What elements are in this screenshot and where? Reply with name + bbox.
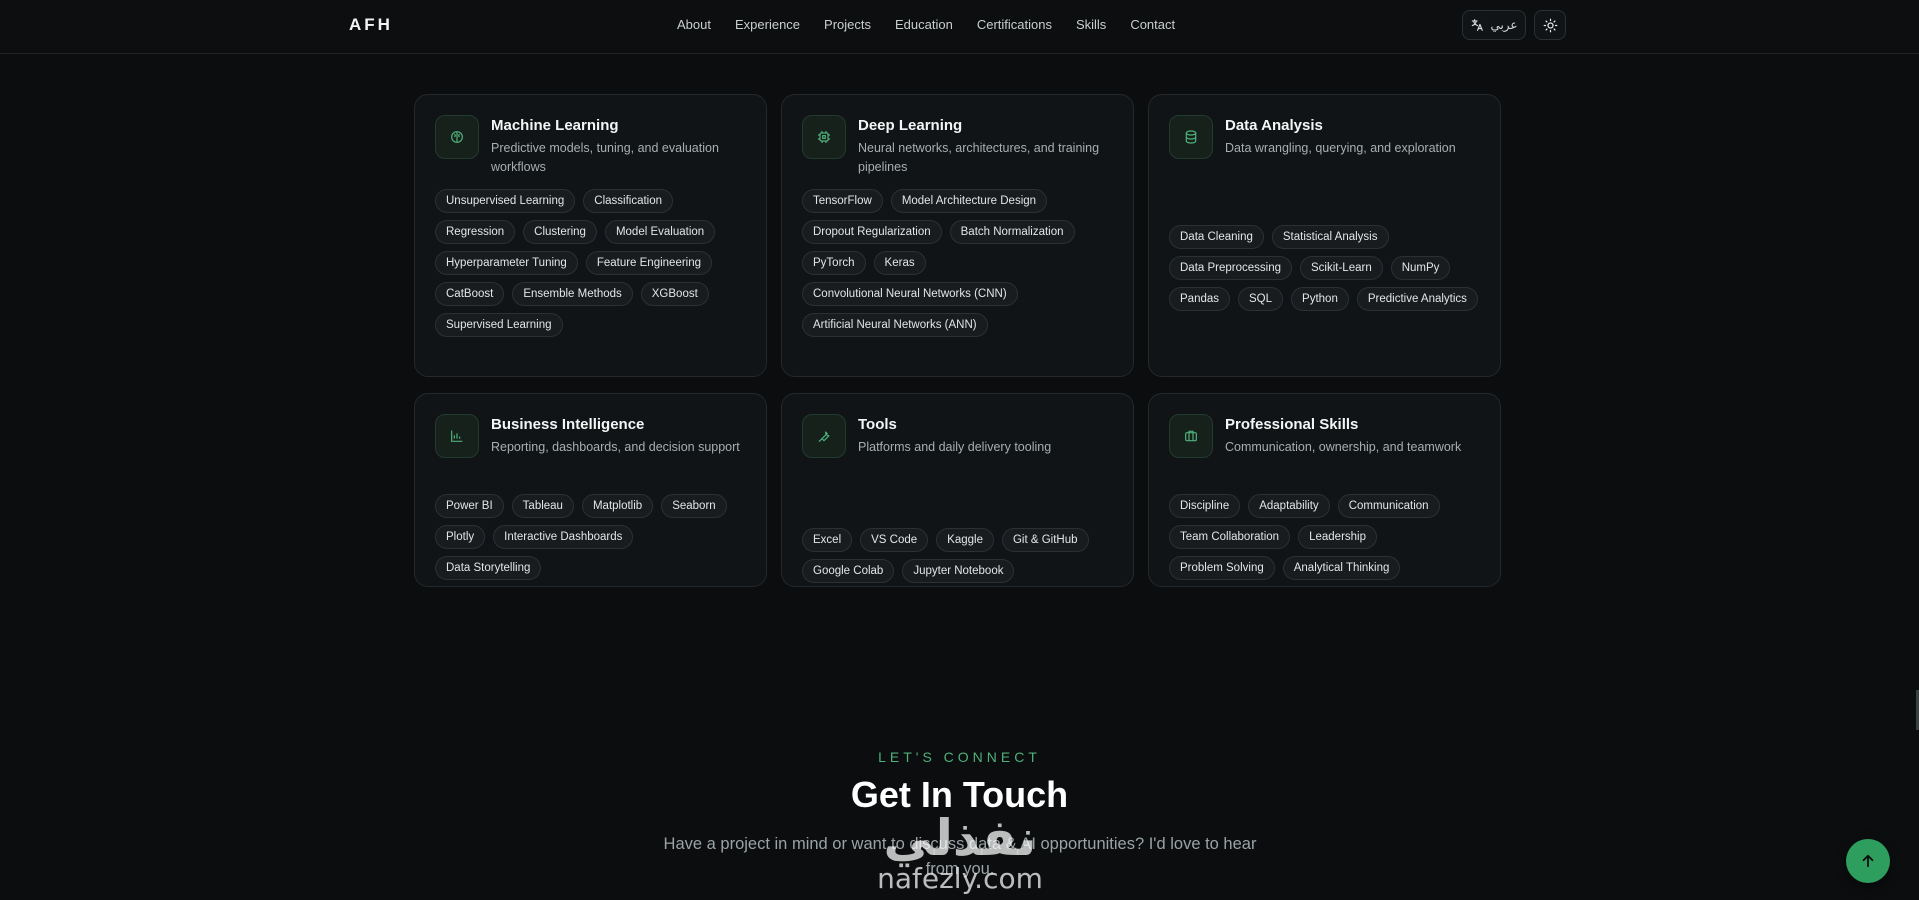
skill-tag: PyTorch <box>802 251 866 275</box>
card-description: Reporting, dashboards, and decision supp… <box>491 440 740 454</box>
tag-list: TensorFlow Model Architecture Design Dro… <box>802 189 1113 337</box>
skill-tag: Hyperparameter Tuning <box>435 251 578 275</box>
skill-tag: Jupyter Notebook <box>902 559 1015 583</box>
scroll-to-top-button[interactable] <box>1846 839 1890 883</box>
skill-tag: Classification <box>583 189 674 213</box>
watermark-arabic: نفذلي <box>883 809 1036 867</box>
language-toggle-button[interactable]: عربي <box>1462 10 1526 40</box>
skill-tag: Problem Solving <box>1169 556 1275 580</box>
skill-tag: Plotly <box>435 525 486 549</box>
skill-card-deep-learning: Deep Learning Neural networks, architect… <box>781 94 1134 377</box>
skill-tag: Team Collaboration <box>1169 525 1291 549</box>
skill-tag: Analytical Thinking <box>1282 556 1401 580</box>
card-description: Neural networks, architectures, and trai… <box>858 141 1100 174</box>
brain-icon <box>435 115 479 159</box>
cpu-icon <box>802 115 846 159</box>
skill-tag: Dropout Regularization <box>802 220 942 244</box>
skill-tag: Google Colab <box>802 559 895 583</box>
section-eyebrow: LET'S CONNECT <box>878 749 1041 765</box>
card-title: Deep Learning <box>858 117 963 134</box>
skill-tag: Regression <box>435 220 516 244</box>
nav-certifications[interactable]: Certifications <box>977 17 1052 32</box>
skill-card-tools: Tools Platforms and daily delivery tooli… <box>781 393 1134 587</box>
card-title: Professional Skills <box>1225 416 1359 433</box>
site-logo[interactable]: AFH <box>349 15 393 35</box>
skill-tag: Leadership <box>1298 525 1377 549</box>
translate-icon <box>1472 19 1484 31</box>
skill-tag: Kaggle <box>936 528 994 552</box>
skill-tag: Model Evaluation <box>604 220 716 244</box>
card-description: Communication, ownership, and teamwork <box>1225 440 1462 454</box>
nav-projects[interactable]: Projects <box>824 17 871 32</box>
skill-tag: Data Storytelling <box>435 556 542 580</box>
wrench-icon <box>802 414 846 458</box>
arrow-up-icon <box>1862 854 1874 868</box>
card-title: Data Analysis <box>1225 117 1323 134</box>
skill-tag: Model Architecture Design <box>890 189 1048 213</box>
skill-tag: Feature Engineering <box>585 251 713 275</box>
card-title: Business Intelligence <box>491 416 645 433</box>
skill-tag: Adaptability <box>1248 494 1330 518</box>
bar-chart-icon <box>435 414 479 458</box>
watermark-latin: nafezly.com <box>877 862 1043 895</box>
skill-tag: Communication <box>1337 494 1440 518</box>
skill-card-professional-skills: Professional Skills Communication, owner… <box>1148 393 1501 587</box>
skill-tag: CatBoost <box>435 282 505 306</box>
skill-tag: Tableau <box>511 494 574 518</box>
nav-skills[interactable]: Skills <box>1076 17 1106 32</box>
skill-tag: Ensemble Methods <box>512 282 633 306</box>
skill-tag: XGBoost <box>640 282 709 306</box>
card-description: Data wrangling, querying, and exploratio… <box>1225 141 1456 155</box>
skill-tag: Scikit-Learn <box>1300 256 1383 280</box>
skill-tag: Python <box>1291 287 1349 311</box>
tag-list: Unsupervised Learning Classification Reg… <box>435 189 746 337</box>
theme-toggle-button[interactable] <box>1534 10 1566 40</box>
top-navbar: AFH About Experience Projects Education … <box>0 0 1919 54</box>
language-label: عربي <box>1490 18 1518 32</box>
nav-education[interactable]: Education <box>895 17 953 32</box>
tag-list: Excel VS Code Kaggle Git & GitHub Google… <box>802 528 1113 583</box>
skill-tag: Statistical Analysis <box>1271 225 1389 249</box>
skill-tag: Batch Normalization <box>949 220 1075 244</box>
skill-tag: Pandas <box>1169 287 1231 311</box>
card-description: Predictive models, tuning, and evaluatio… <box>491 141 719 174</box>
skill-tag: Data Preprocessing <box>1169 256 1292 280</box>
main-nav: About Experience Projects Education Cert… <box>677 17 1175 32</box>
nav-experience[interactable]: Experience <box>735 17 800 32</box>
skill-tag: NumPy <box>1390 256 1451 280</box>
skill-tag: Artificial Neural Networks (ANN) <box>802 313 988 337</box>
card-title: Tools <box>858 416 897 433</box>
skill-tag: Clustering <box>523 220 597 244</box>
skill-tag: Matplotlib <box>581 494 654 518</box>
card-title: Machine Learning <box>491 117 619 134</box>
skill-tag: Convolutional Neural Networks (CNN) <box>802 282 1018 306</box>
skill-tag: Seaborn <box>661 494 727 518</box>
skill-tag: Data Cleaning <box>1169 225 1264 249</box>
tag-list: Discipline Adaptability Communication Te… <box>1169 494 1480 580</box>
skill-tag: Predictive Analytics <box>1356 287 1478 311</box>
skill-card-data-analysis: Data Analysis Data wrangling, querying, … <box>1148 94 1501 377</box>
tag-list: Power BI Tableau Matplotlib Seaborn Plot… <box>435 494 746 580</box>
skill-tag: Unsupervised Learning <box>435 189 576 213</box>
skill-tag: Discipline <box>1169 494 1241 518</box>
nafezly-watermark: نفذلي nafezly.com <box>877 809 1043 895</box>
skill-tag: Excel <box>802 528 853 552</box>
nav-contact[interactable]: Contact <box>1130 17 1175 32</box>
skill-tag: Git & GitHub <box>1001 528 1089 552</box>
sun-icon <box>1543 18 1557 32</box>
skill-tag: Power BI <box>435 494 504 518</box>
briefcase-icon <box>1169 414 1213 458</box>
skill-tag: VS Code <box>860 528 929 552</box>
database-icon <box>1169 115 1213 159</box>
skill-tag: TensorFlow <box>802 189 883 213</box>
tag-list: Data Cleaning Statistical Analysis Data … <box>1169 225 1480 311</box>
skill-card-business-intelligence: Business Intelligence Reporting, dashboa… <box>414 393 767 587</box>
card-description: Platforms and daily delivery tooling <box>858 440 1052 454</box>
nav-about[interactable]: About <box>677 17 711 32</box>
skill-tag: Supervised Learning <box>435 313 563 337</box>
skill-tag: Keras <box>873 251 926 275</box>
skill-card-machine-learning: Machine Learning Predictive models, tuni… <box>414 94 767 377</box>
skill-tag: Interactive Dashboards <box>493 525 634 549</box>
skill-tag: SQL <box>1238 287 1284 311</box>
